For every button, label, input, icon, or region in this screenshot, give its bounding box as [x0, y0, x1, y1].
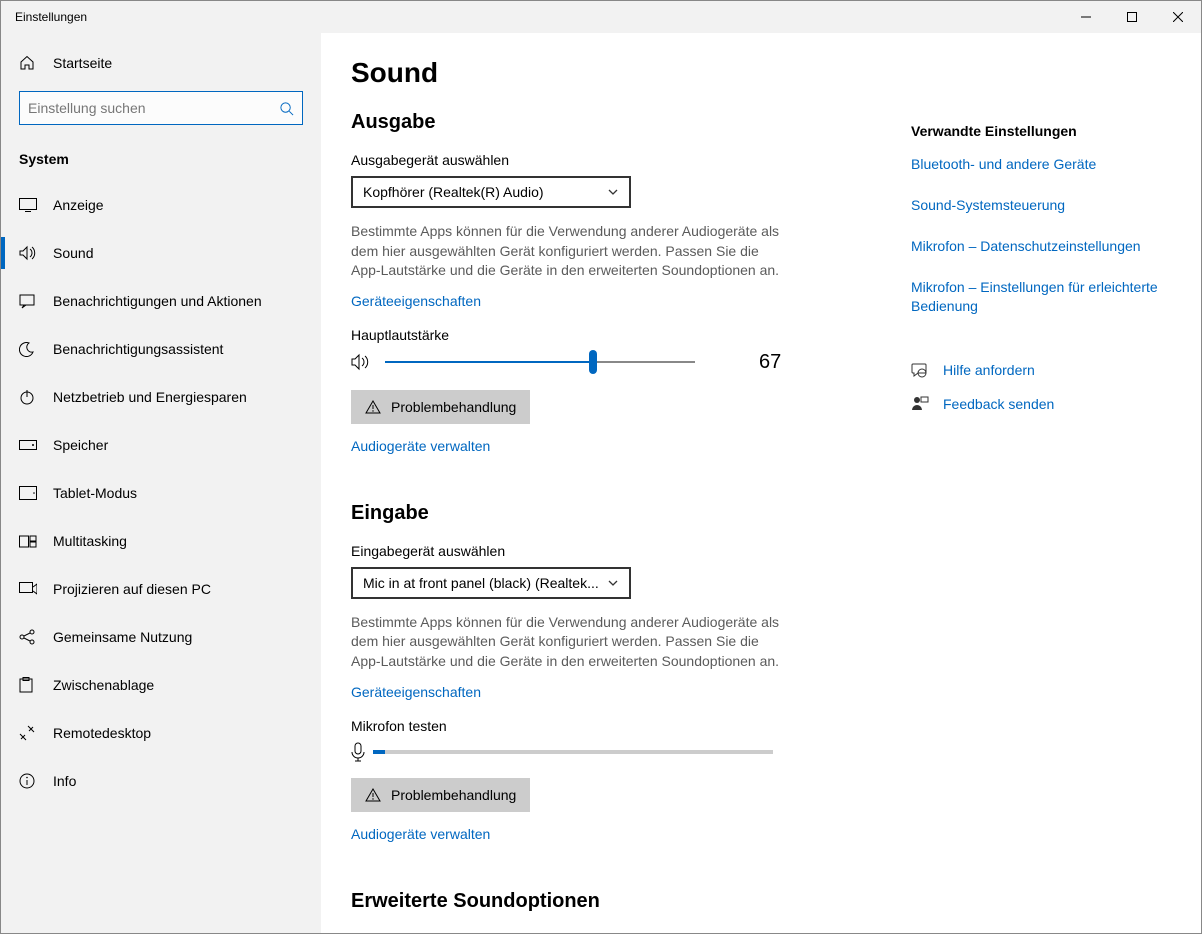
feedback-row[interactable]: Feedback senden	[911, 395, 1171, 413]
sidebar-item-storage[interactable]: Speicher	[1, 421, 321, 469]
sidebar-item-power[interactable]: Netzbetrieb und Energiesparen	[1, 373, 321, 421]
power-icon	[19, 389, 43, 405]
microphone-icon	[351, 742, 365, 762]
output-troubleshoot-label: Problembehandlung	[391, 399, 516, 415]
sidebar-item-label: Projizieren auf diesen PC	[53, 581, 211, 597]
clipboard-icon	[19, 677, 43, 693]
sidebar-item-label: Benachrichtigungen und Aktionen	[53, 293, 262, 309]
input-description: Bestimmte Apps können für die Verwendung…	[351, 613, 791, 672]
page-title: Sound	[351, 57, 891, 89]
chevron-down-icon	[607, 186, 619, 198]
window-title: Einstellungen	[1, 10, 1063, 24]
notifications-icon	[19, 293, 43, 309]
window-controls	[1063, 1, 1201, 33]
home-icon	[19, 55, 43, 71]
volume-value: 67	[759, 351, 781, 374]
sidebar-item-notifications[interactable]: Benachrichtigungen und Aktionen	[1, 277, 321, 325]
sidebar-item-label: Remotedesktop	[53, 725, 151, 741]
related-link-mic-privacy[interactable]: Mikrofon – Datenschutzeinstellungen	[911, 237, 1171, 256]
related-link-sound-control[interactable]: Sound-Systemsteuerung	[911, 196, 1171, 215]
search-icon	[279, 101, 294, 116]
minimize-button[interactable]	[1063, 1, 1109, 33]
related-title: Verwandte Einstellungen	[911, 123, 1171, 139]
sidebar: Startseite System Anzeige Sound Be	[1, 33, 321, 933]
output-section-title: Ausgabe	[351, 111, 891, 134]
output-device-value: Kopfhörer (Realtek(R) Audio)	[363, 184, 544, 200]
input-manage-link[interactable]: Audiogeräte verwalten	[351, 826, 490, 842]
sidebar-item-label: Sound	[53, 245, 93, 261]
help-icon	[911, 361, 929, 379]
output-device-label: Ausgabegerät auswählen	[351, 152, 891, 168]
chevron-down-icon	[607, 577, 619, 589]
sidebar-item-label: Benachrichtigungsassistent	[53, 341, 223, 357]
sidebar-item-display[interactable]: Anzeige	[1, 181, 321, 229]
info-icon	[19, 773, 43, 789]
maximize-button[interactable]	[1109, 1, 1155, 33]
output-troubleshoot-button[interactable]: Problembehandlung	[351, 390, 530, 424]
sidebar-item-label: Info	[53, 773, 76, 789]
home-label: Startseite	[53, 55, 112, 71]
search-input[interactable]	[28, 100, 279, 116]
sidebar-item-sound[interactable]: Sound	[1, 229, 321, 277]
input-troubleshoot-label: Problembehandlung	[391, 787, 516, 803]
output-device-dropdown[interactable]: Kopfhörer (Realtek(R) Audio)	[351, 176, 631, 208]
related-panel: Verwandte Einstellungen Bluetooth- und a…	[911, 53, 1171, 933]
input-device-label: Eingabegerät auswählen	[351, 543, 891, 559]
related-link-mic-ease[interactable]: Mikrofon – Einstellungen für erleichtert…	[911, 278, 1171, 316]
output-manage-link[interactable]: Audiogeräte verwalten	[351, 438, 490, 454]
feedback-link[interactable]: Feedback senden	[943, 396, 1054, 412]
input-device-properties-link[interactable]: Geräteeigenschaften	[351, 684, 481, 700]
input-section-title: Eingabe	[351, 502, 891, 525]
mic-level-bar	[373, 750, 773, 754]
sidebar-item-label: Anzeige	[53, 197, 104, 213]
get-help-link[interactable]: Hilfe anfordern	[943, 362, 1035, 378]
warning-icon	[365, 788, 381, 802]
mic-test-label: Mikrofon testen	[351, 718, 891, 734]
sidebar-item-remote[interactable]: Remotedesktop	[1, 709, 321, 757]
sidebar-item-label: Multitasking	[53, 533, 127, 549]
home-link[interactable]: Startseite	[1, 47, 321, 79]
multitasking-icon	[19, 534, 43, 548]
advanced-section-title: Erweiterte Soundoptionen	[351, 890, 891, 913]
sidebar-item-label: Speicher	[53, 437, 108, 453]
sidebar-item-label: Tablet-Modus	[53, 485, 137, 501]
sidebar-item-tablet[interactable]: Tablet-Modus	[1, 469, 321, 517]
sidebar-item-focus-assist[interactable]: Benachrichtigungsassistent	[1, 325, 321, 373]
close-button[interactable]	[1155, 1, 1201, 33]
warning-icon	[365, 400, 381, 414]
volume-slider[interactable]	[385, 352, 695, 372]
sidebar-item-clipboard[interactable]: Zwischenablage	[1, 661, 321, 709]
moon-icon	[19, 341, 43, 357]
output-description: Bestimmte Apps können für die Verwendung…	[351, 222, 791, 281]
sidebar-item-label: Zwischenablage	[53, 677, 154, 693]
category-header: System	[1, 143, 321, 181]
sidebar-item-multitasking[interactable]: Multitasking	[1, 517, 321, 565]
shared-icon	[19, 629, 43, 645]
sidebar-item-shared[interactable]: Gemeinsame Nutzung	[1, 613, 321, 661]
titlebar: Einstellungen	[1, 1, 1201, 33]
input-troubleshoot-button[interactable]: Problembehandlung	[351, 778, 530, 812]
storage-icon	[19, 440, 43, 450]
output-device-properties-link[interactable]: Geräteeigenschaften	[351, 293, 481, 309]
sidebar-item-about[interactable]: Info	[1, 757, 321, 805]
sidebar-item-label: Netzbetrieb und Energiesparen	[53, 389, 247, 405]
related-link-bluetooth[interactable]: Bluetooth- und andere Geräte	[911, 155, 1171, 174]
sidebar-item-label: Gemeinsame Nutzung	[53, 629, 192, 645]
get-help-row[interactable]: Hilfe anfordern	[911, 361, 1171, 379]
sound-icon	[19, 245, 43, 261]
search-box[interactable]	[19, 91, 303, 125]
speaker-icon	[351, 353, 371, 371]
tablet-icon	[19, 486, 43, 500]
master-volume-label: Hauptlautstärke	[351, 327, 891, 343]
input-device-dropdown[interactable]: Mic in at front panel (black) (Realtek..…	[351, 567, 631, 599]
main-content: Sound Ausgabe Ausgabegerät auswählen Kop…	[321, 33, 1201, 933]
display-icon	[19, 198, 43, 212]
projecting-icon	[19, 582, 43, 596]
input-device-value: Mic in at front panel (black) (Realtek..…	[363, 575, 599, 591]
sidebar-item-projecting[interactable]: Projizieren auf diesen PC	[1, 565, 321, 613]
feedback-icon	[911, 395, 929, 413]
remote-icon	[19, 725, 43, 741]
